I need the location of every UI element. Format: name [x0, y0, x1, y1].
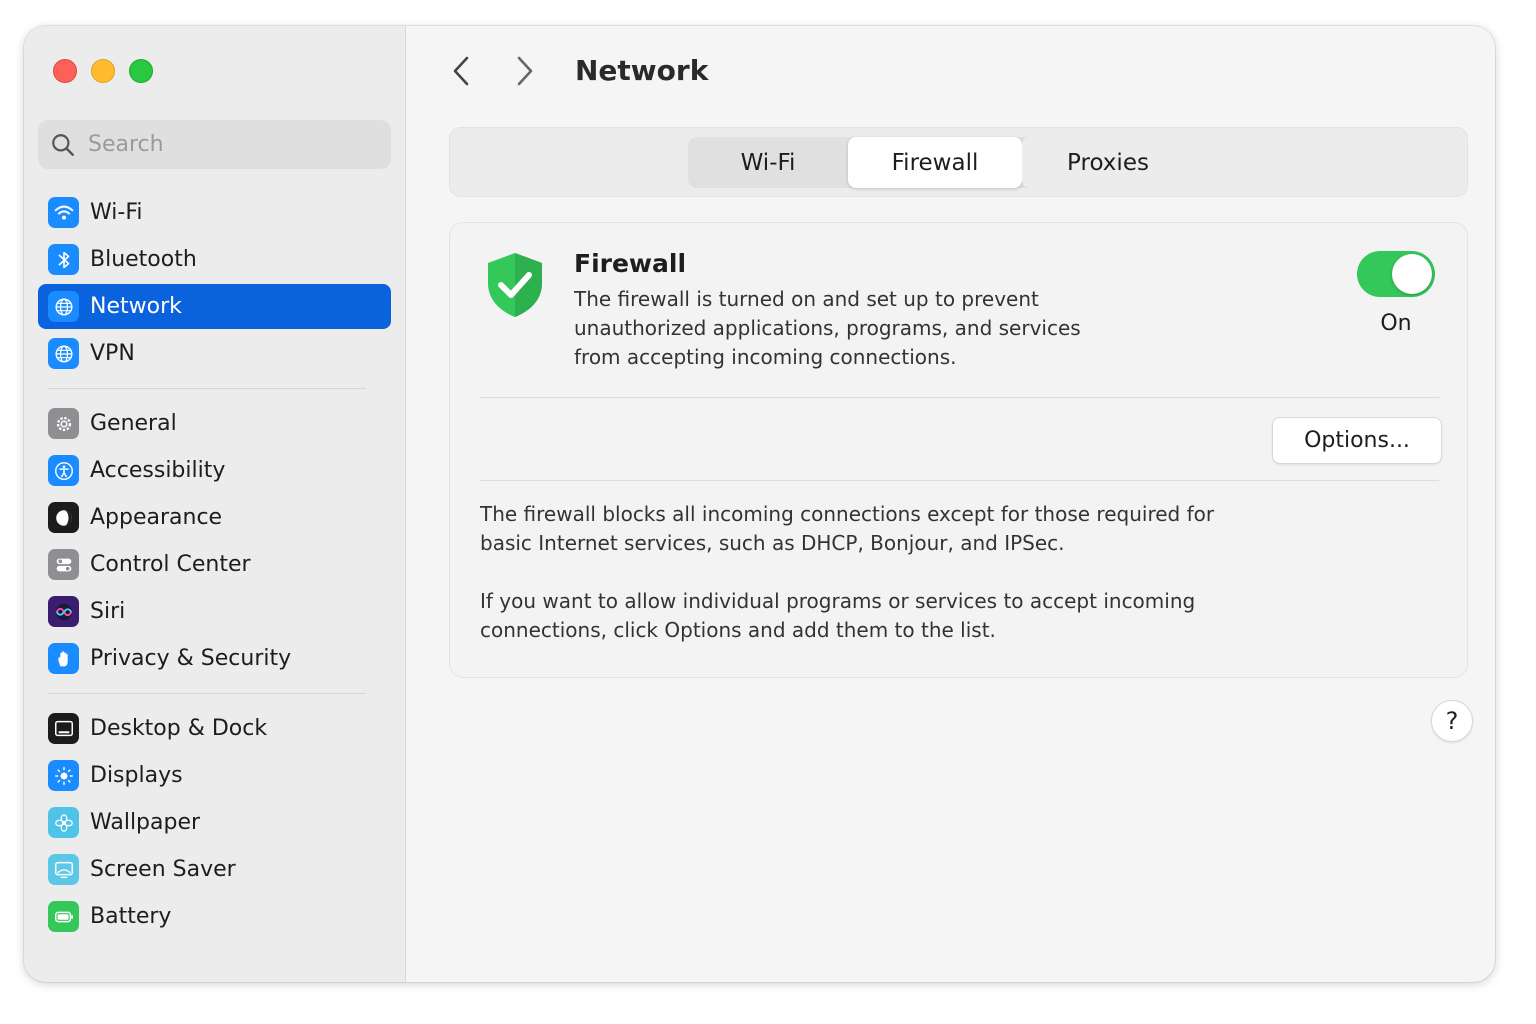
bluetooth-icon	[48, 244, 79, 275]
globe-icon	[48, 291, 79, 322]
hand-icon	[48, 643, 79, 674]
wifi-icon	[48, 197, 79, 228]
tab-firewall[interactable]: Firewall	[848, 137, 1022, 188]
sidebar: Wi-Fi Bluetooth Network VPN General Accessibi…	[24, 26, 406, 982]
main-pane: Network Wi-Fi Firewall Proxies Firewall …	[407, 26, 1495, 982]
sidebar-divider	[48, 693, 366, 694]
screen-saver-icon	[48, 854, 79, 885]
forward-button[interactable]	[508, 54, 542, 88]
sidebar-item-label: Privacy & Security	[90, 646, 292, 671]
divider	[480, 480, 1439, 481]
firewall-toggle[interactable]	[1357, 251, 1435, 297]
sidebar-item-label: Wi-Fi	[90, 200, 143, 225]
sidebar-item-label: Desktop & Dock	[90, 716, 268, 741]
firewall-info-text: The firewall blocks all incoming connect…	[480, 502, 1215, 555]
sidebar-divider	[48, 388, 366, 389]
sidebar-item-network[interactable]: Network	[38, 284, 391, 329]
tab-bar: Wi-Fi Firewall Proxies	[449, 127, 1468, 197]
window-controls	[53, 59, 153, 83]
siri-icon	[48, 596, 79, 627]
minimize-button[interactable]	[91, 59, 115, 83]
sidebar-item-siri[interactable]: Siri	[38, 589, 391, 634]
search-input[interactable]	[88, 132, 368, 157]
settings-window: Wi-Fi Bluetooth Network VPN General Accessibi…	[24, 26, 1495, 982]
chevron-right-icon	[517, 56, 533, 86]
sidebar-item-label: Bluetooth	[90, 247, 197, 272]
sidebar-item-wallpaper[interactable]: Wallpaper	[38, 800, 391, 845]
sidebar-item-bluetooth[interactable]: Bluetooth	[38, 237, 391, 282]
accessibility-icon	[48, 455, 79, 486]
sun-icon	[48, 760, 79, 791]
appearance-icon	[48, 502, 79, 533]
toggle-state-label: On	[1380, 311, 1412, 336]
gear-icon	[48, 408, 79, 439]
options-button[interactable]: Options...	[1272, 417, 1442, 464]
battery-icon	[48, 901, 79, 932]
firewall-description: The firewall is turned on and set up to …	[574, 287, 1081, 369]
sidebar-item-label: Wallpaper	[90, 810, 201, 835]
zoom-button[interactable]	[129, 59, 153, 83]
page-title: Network	[575, 54, 709, 87]
tab-proxies[interactable]: Proxies	[1022, 137, 1194, 188]
help-button[interactable]: ?	[1431, 700, 1473, 742]
sidebar-item-label: Appearance	[90, 505, 223, 530]
chevron-left-icon	[453, 56, 469, 86]
globe-icon	[48, 338, 79, 369]
tab-wifi[interactable]: Wi-Fi	[688, 137, 848, 188]
sidebar-item-label: Siri	[90, 599, 126, 624]
shield-check-icon	[488, 253, 542, 317]
sidebar-item-label: Network	[90, 294, 182, 319]
sidebar-item-screen-saver[interactable]: Screen Saver	[38, 847, 391, 892]
sidebar-item-wi-fi[interactable]: Wi-Fi	[38, 190, 391, 235]
close-button[interactable]	[53, 59, 77, 83]
back-button[interactable]	[444, 54, 478, 88]
sidebar-item-control-center[interactable]: Control Center	[38, 542, 391, 587]
sidebar-item-displays[interactable]: Displays	[38, 753, 391, 798]
firewall-title: Firewall	[574, 249, 687, 278]
divider	[480, 397, 1439, 398]
dock-icon	[48, 713, 79, 744]
sidebar-item-label: Screen Saver	[90, 857, 236, 882]
search-field[interactable]	[38, 120, 391, 169]
sidebar-item-general[interactable]: General	[38, 401, 391, 446]
control-center-icon	[48, 549, 79, 580]
firewall-card: Firewall The firewall is turned on and s…	[449, 222, 1468, 678]
sidebar-item-label: Control Center	[90, 552, 251, 577]
segmented-control: Wi-Fi Firewall Proxies	[688, 137, 1194, 188]
sidebar-item-desktop-and-dock[interactable]: Desktop & Dock	[38, 706, 391, 751]
sidebar-item-label: VPN	[90, 341, 135, 366]
firewall-options-hint: If you want to allow individual programs…	[480, 589, 1196, 642]
sidebar-item-label: Accessibility	[90, 458, 226, 483]
flower-icon	[48, 807, 79, 838]
sidebar-item-appearance[interactable]: Appearance	[38, 495, 391, 540]
search-icon	[52, 133, 74, 156]
sidebar-item-privacy-and-security[interactable]: Privacy & Security	[38, 636, 391, 681]
sidebar-item-label: General	[90, 411, 177, 436]
sidebar-item-accessibility[interactable]: Accessibility	[38, 448, 391, 493]
toggle-knob	[1392, 254, 1432, 294]
sidebar-item-label: Battery	[90, 904, 172, 929]
sidebar-item-label: Displays	[90, 763, 183, 788]
sidebar-item-vpn[interactable]: VPN	[38, 331, 391, 376]
sidebar-item-battery[interactable]: Battery	[38, 894, 391, 939]
sidebar-nav: Wi-Fi Bluetooth Network VPN General Accessibi…	[38, 190, 391, 941]
